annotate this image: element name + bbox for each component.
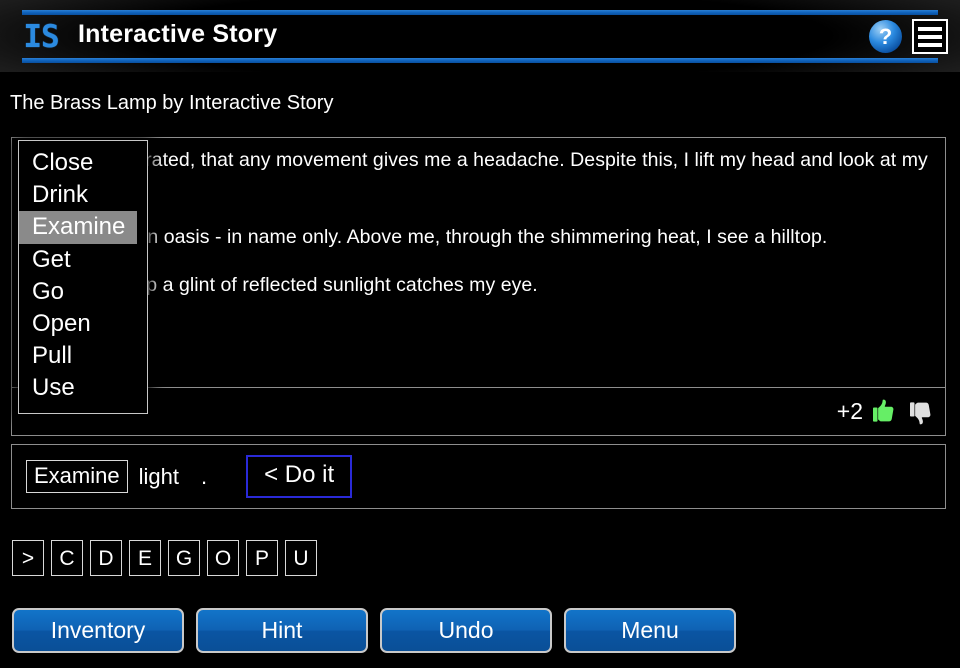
story-title: The Brass Lamp by Interactive Story — [10, 92, 334, 114]
header-bottom-rule — [22, 58, 938, 63]
thumbs-down-icon[interactable] — [907, 396, 937, 428]
letter-key-e[interactable]: E — [129, 540, 161, 576]
story-text-body: I am so dehydrated, that any movement gi… — [12, 138, 945, 388]
letter-key-row: > C D E G O P U — [12, 540, 317, 576]
hamburger-menu-icon[interactable] — [912, 19, 948, 54]
letter-key-c[interactable]: C — [51, 540, 83, 576]
help-icon[interactable]: ? — [869, 20, 902, 53]
action-button-row: Inventory Hint Undo Menu — [12, 608, 736, 653]
undo-button[interactable]: Undo — [380, 608, 552, 653]
letter-key-o[interactable]: O — [207, 540, 239, 576]
verb-dropdown-menu[interactable]: Close Drink Examine Get Go Open Pull Use — [18, 140, 148, 414]
verb-option-examine[interactable]: Examine — [19, 211, 137, 244]
letter-key-prompt[interactable]: > — [12, 540, 44, 576]
verb-option-go[interactable]: Go — [19, 276, 147, 308]
command-verb-slot[interactable]: Examine — [26, 459, 128, 494]
story-paragraph: I see what is an oasis - in name only. A… — [22, 226, 828, 248]
app-title: Interactive Story — [78, 20, 278, 48]
header-top-rule — [22, 10, 938, 15]
letter-key-g[interactable]: G — [168, 540, 200, 576]
menu-button[interactable]: Menu — [564, 608, 736, 653]
inventory-button[interactable]: Inventory — [12, 608, 184, 653]
command-noun-slot[interactable]: light — [139, 464, 179, 490]
story-panel: I am so dehydrated, that any movement gi… — [11, 137, 946, 436]
letter-key-p[interactable]: P — [246, 540, 278, 576]
verb-option-drink[interactable]: Drink — [19, 179, 147, 211]
letter-key-d[interactable]: D — [90, 540, 122, 576]
letter-key-u[interactable]: U — [285, 540, 317, 576]
verb-option-pull[interactable]: Pull — [19, 340, 147, 372]
do-it-button[interactable]: < Do it — [246, 454, 353, 499]
story-paragraph: From the hilltop a glint of reflected su… — [22, 274, 538, 296]
command-period-slot[interactable]: . — [201, 464, 207, 490]
hint-button[interactable]: Hint — [196, 608, 368, 653]
verb-option-use[interactable]: Use — [19, 372, 147, 404]
command-panel: Examine light . < Do it — [11, 444, 946, 509]
score-value: +2 — [836, 398, 863, 424]
verb-option-close[interactable]: Close — [19, 147, 147, 179]
hamburger-bar — [918, 42, 942, 47]
hamburger-bar — [918, 26, 942, 31]
app-header: IS Interactive Story ? — [0, 0, 960, 72]
story-paragraph: I am so dehydrated, that any movement gi… — [22, 149, 928, 200]
hamburger-bar — [918, 34, 942, 39]
verb-option-open[interactable]: Open — [19, 308, 147, 340]
story-rating-bar: +2 — [12, 387, 945, 435]
thumbs-up-icon[interactable] — [870, 396, 900, 428]
verb-option-get[interactable]: Get — [19, 244, 147, 276]
app-logo: IS — [23, 19, 59, 55]
